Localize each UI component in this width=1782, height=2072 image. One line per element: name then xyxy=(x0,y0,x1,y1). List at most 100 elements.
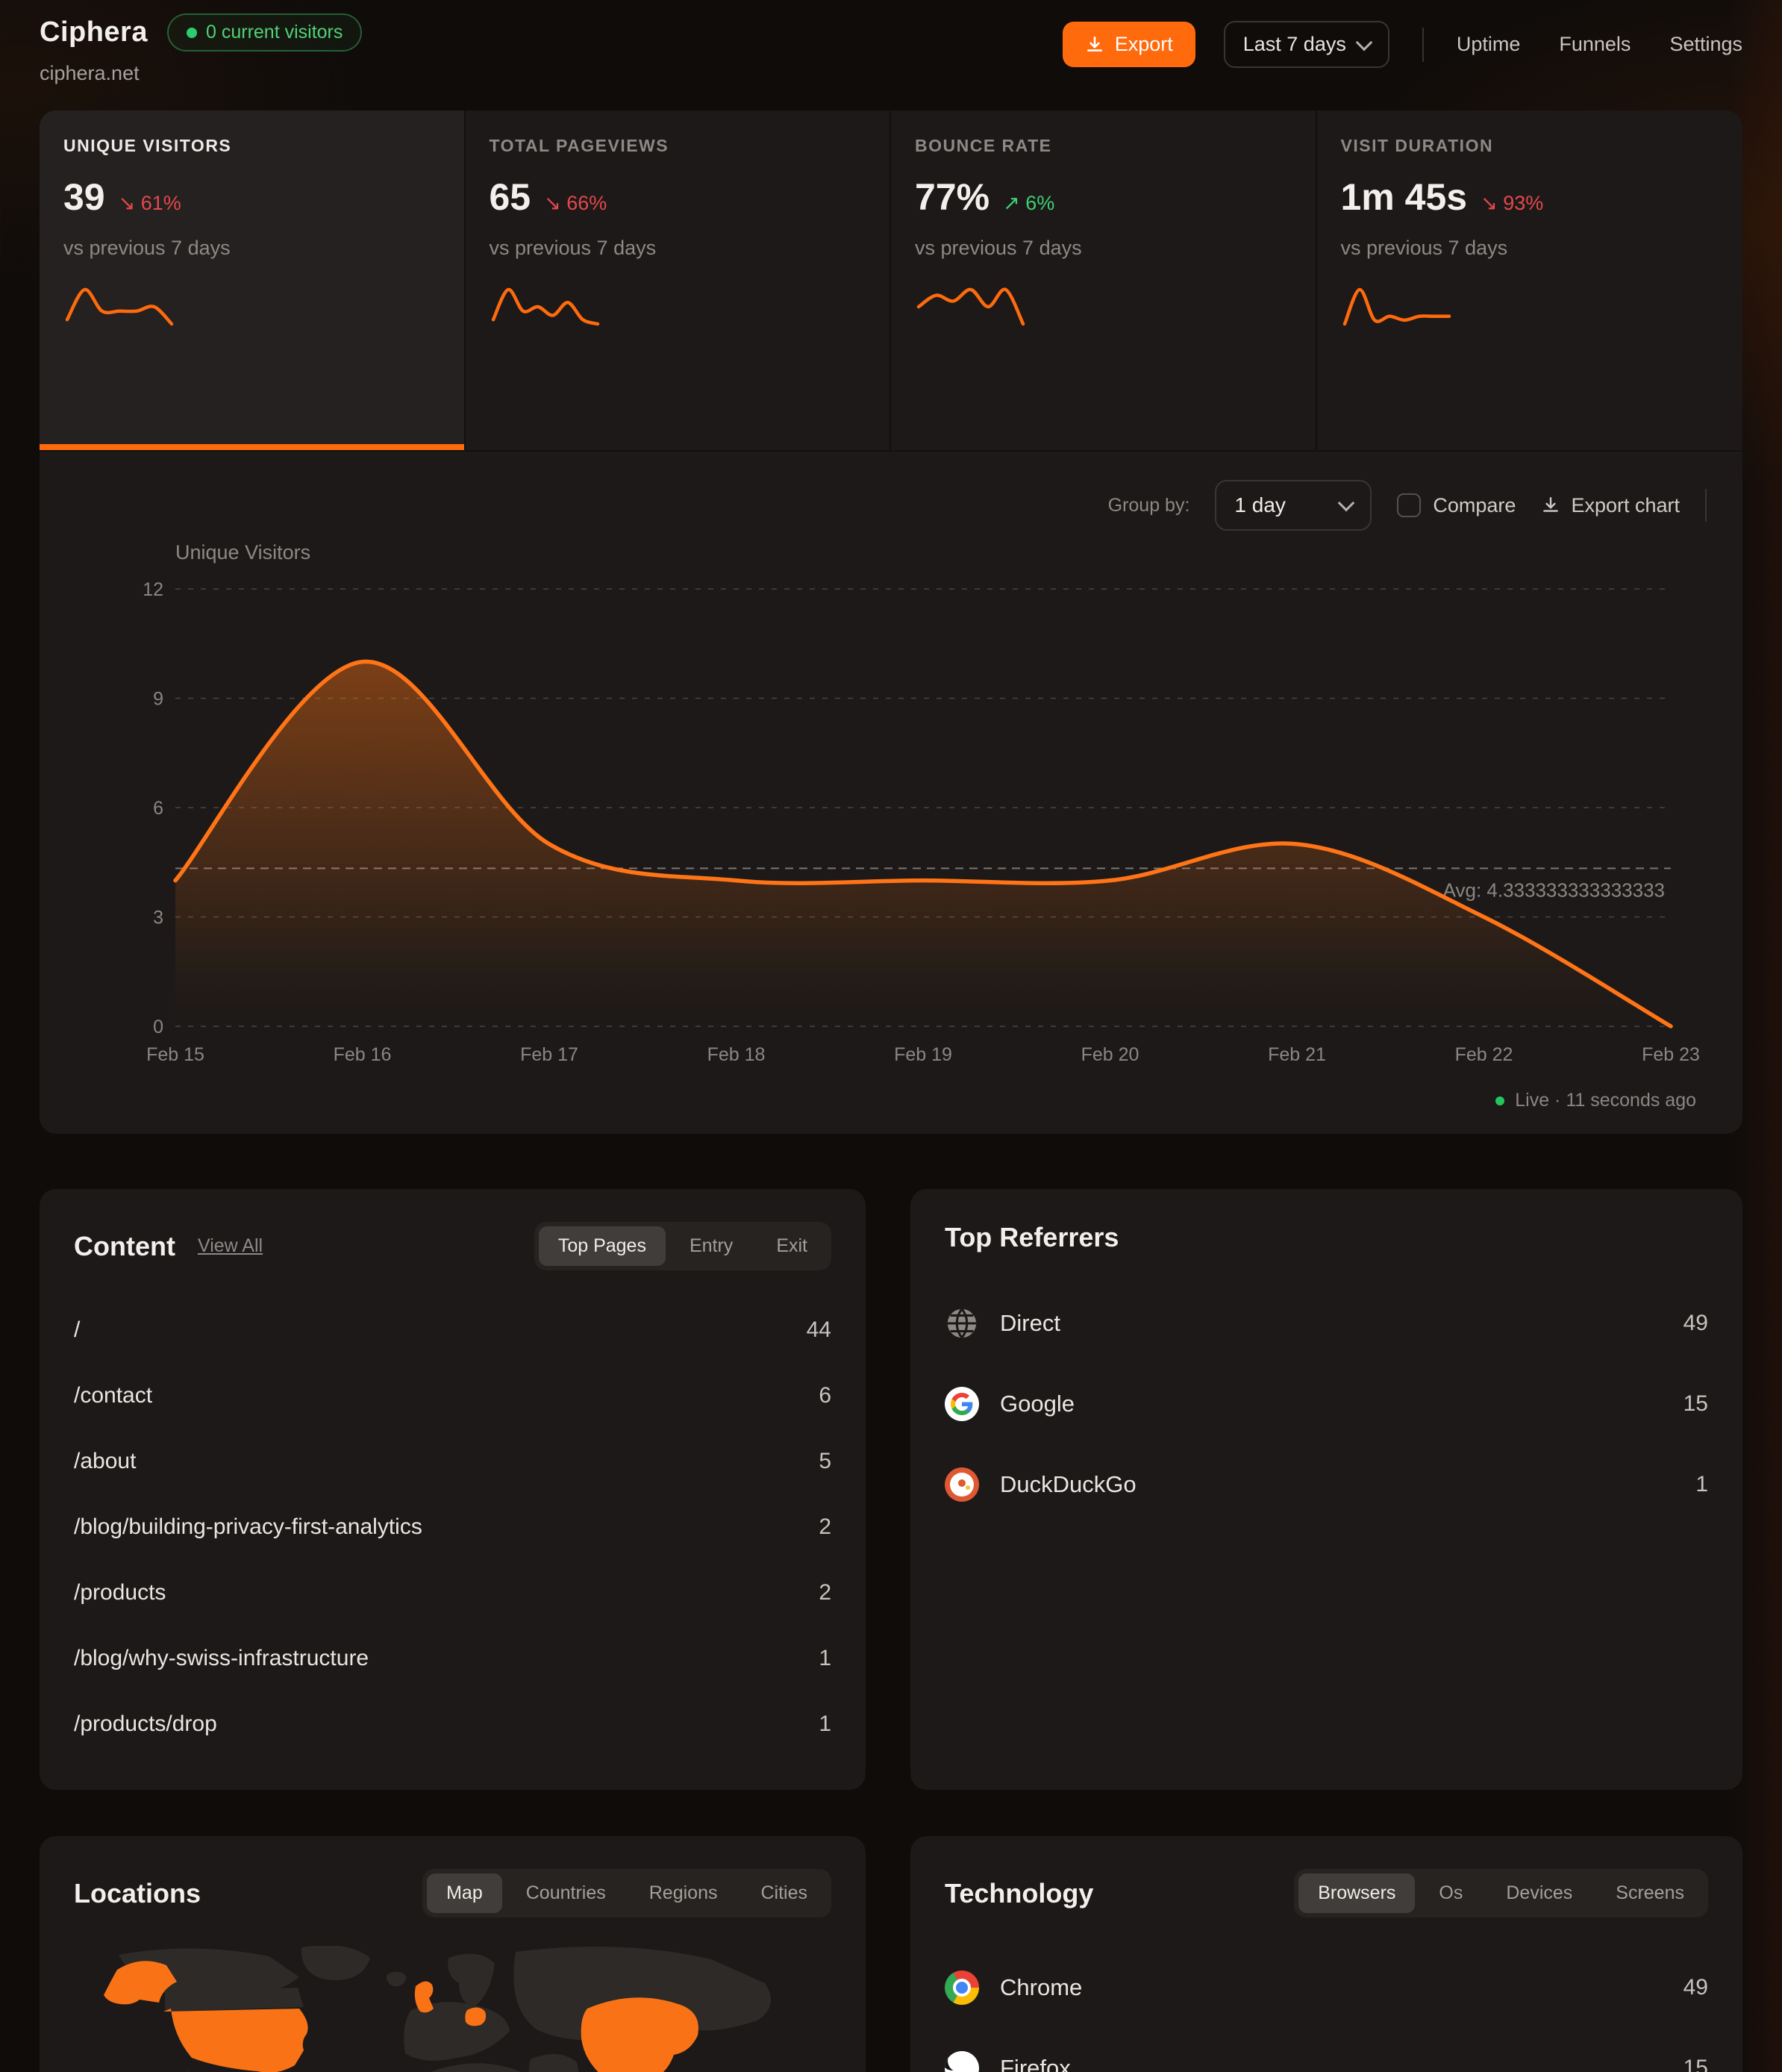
chart-controls: Group by: 1 day Compare Export chart xyxy=(40,452,1742,534)
svg-text:Feb 18: Feb 18 xyxy=(707,1044,766,1065)
nav-item-settings[interactable]: Settings xyxy=(1669,33,1742,56)
compare-checkbox[interactable] xyxy=(1397,493,1421,517)
referrers-title: Top Referrers xyxy=(945,1222,1119,1253)
nav-item-uptime[interactable]: Uptime xyxy=(1457,33,1521,56)
header-left: Ciphera 0 current visitors ciphera.net xyxy=(40,13,362,85)
current-visitors-badge: 0 current visitors xyxy=(167,13,362,52)
svg-text:Feb 22: Feb 22 xyxy=(1455,1044,1513,1065)
technology-tabs: Browsers Os Devices Screens xyxy=(1294,1869,1708,1917)
referrer-row[interactable]: Direct 49 xyxy=(945,1283,1708,1364)
page-row[interactable]: /contact6 xyxy=(74,1363,831,1429)
locations-card: Locations Map Countries Regions Cities xyxy=(40,1836,866,2072)
chevron-down-icon xyxy=(1338,495,1355,512)
technology-title: Technology xyxy=(945,1878,1093,1909)
tab-devices[interactable]: Devices xyxy=(1486,1873,1592,1913)
download-icon xyxy=(1541,496,1560,515)
header-nav: Uptime Funnels Settings xyxy=(1457,33,1742,56)
page-row[interactable]: /products2 xyxy=(74,1560,831,1626)
tab-entry[interactable]: Entry xyxy=(670,1226,752,1266)
tab-map[interactable]: Map xyxy=(427,1873,502,1913)
header: Ciphera 0 current visitors ciphera.net E… xyxy=(40,0,1742,85)
technology-card: Technology Browsers Os Devices Screens C… xyxy=(910,1836,1742,2072)
tab-screens[interactable]: Screens xyxy=(1596,1873,1704,1913)
stats-row: UNIQUE VISITORS 39 ↘ 61% vs previous 7 d… xyxy=(40,110,1742,452)
map-region-united-states xyxy=(163,2009,308,2072)
tab-regions[interactable]: Regions xyxy=(630,1873,737,1913)
chrome-icon xyxy=(945,1970,979,2005)
browsers-list: Chrome 49 Firefox 15 xyxy=(945,1947,1708,2072)
tab-exit[interactable]: Exit xyxy=(757,1226,827,1266)
referrer-row[interactable]: DuckDuckGo 1 xyxy=(945,1444,1708,1525)
tab-countries[interactable]: Countries xyxy=(507,1873,625,1913)
stat-value: 1m 45s xyxy=(1341,175,1468,219)
firefox-icon xyxy=(945,2051,979,2072)
content-tabs: Top Pages Entry Exit xyxy=(534,1222,831,1270)
svg-text:Feb 15: Feb 15 xyxy=(146,1044,204,1065)
content-title: Content xyxy=(74,1231,175,1262)
visitors-area-chart[interactable]: Unique Visitors036912Avg: 4.333333333333… xyxy=(40,534,1742,1086)
svg-text:3: 3 xyxy=(153,908,163,929)
map-region-greenland xyxy=(301,1946,370,1980)
live-dot-icon xyxy=(1495,1096,1504,1105)
content-card: Content View All Top Pages Entry Exit /4… xyxy=(40,1189,866,1790)
stat-delta: ↗ 6% xyxy=(1003,192,1054,215)
map-region-middle-east xyxy=(529,2054,579,2072)
referrers-list: Direct 49 Google 15 xyxy=(945,1283,1708,1525)
page-row[interactable]: /about5 xyxy=(74,1429,831,1494)
page-row[interactable]: /blog/building-privacy-first-analytics2 xyxy=(74,1494,831,1560)
svg-text:Avg: 4.333333333333333: Avg: 4.333333333333333 xyxy=(1443,879,1665,901)
export-button[interactable]: Export xyxy=(1063,22,1195,67)
sparkline-chart xyxy=(915,282,1027,331)
current-visitors-label: 0 current visitors xyxy=(206,22,343,43)
svg-text:0: 0 xyxy=(153,1017,163,1037)
stat-delta: ↘ 61% xyxy=(119,192,181,215)
tab-os[interactable]: Os xyxy=(1419,1873,1482,1913)
map-region-scandinavia xyxy=(448,1954,495,2007)
stat-bounce-rate[interactable]: BOUNCE RATE 77% ↗ 6% vs previous 7 days xyxy=(891,110,1317,450)
svg-text:Feb 19: Feb 19 xyxy=(894,1044,952,1065)
sparkline-chart xyxy=(490,282,601,331)
svg-text:9: 9 xyxy=(153,689,163,710)
stat-visit-duration[interactable]: VISIT DURATION 1m 45s ↘ 93% vs previous … xyxy=(1317,110,1743,450)
map-region-romania xyxy=(465,2007,486,2026)
map-region-africa xyxy=(425,2063,544,2072)
locations-title: Locations xyxy=(74,1878,201,1909)
svg-text:Feb 20: Feb 20 xyxy=(1081,1044,1139,1065)
controls-divider xyxy=(1705,489,1707,522)
svg-text:Feb 16: Feb 16 xyxy=(334,1044,392,1065)
live-dot-icon xyxy=(187,28,197,38)
tab-browsers[interactable]: Browsers xyxy=(1298,1873,1415,1913)
stat-delta: ↘ 93% xyxy=(1481,192,1543,215)
site-domain: ciphera.net xyxy=(40,62,362,85)
svg-text:6: 6 xyxy=(153,798,163,819)
world-map[interactable] xyxy=(74,1946,831,2072)
page-row[interactable]: /44 xyxy=(74,1297,831,1363)
referrer-row[interactable]: Google 15 xyxy=(945,1364,1708,1444)
group-by-dropdown[interactable]: 1 day xyxy=(1215,480,1372,531)
date-range-dropdown[interactable]: Last 7 days xyxy=(1224,21,1389,68)
view-all-link[interactable]: View All xyxy=(198,1235,263,1257)
browser-row[interactable]: Chrome 49 xyxy=(945,1947,1708,2028)
pages-list: /44 /contact6 /about5 /blog/building-pri… xyxy=(74,1297,831,1757)
locations-tabs: Map Countries Regions Cities xyxy=(422,1869,831,1917)
page-row[interactable]: /products/drop1 xyxy=(74,1691,831,1757)
browser-row[interactable]: Firefox 15 xyxy=(945,2028,1708,2072)
map-region-iceland xyxy=(387,1972,407,1986)
live-status: Live · 11 seconds ago xyxy=(40,1090,1742,1134)
page-row[interactable]: /blog/why-swiss-infrastructure1 xyxy=(74,1626,831,1691)
map-region-china xyxy=(581,1997,698,2072)
tab-top-pages[interactable]: Top Pages xyxy=(539,1226,666,1266)
nav-item-funnels[interactable]: Funnels xyxy=(1559,33,1631,56)
sparkline-chart xyxy=(63,282,175,331)
download-icon xyxy=(1085,35,1104,54)
export-chart-button[interactable]: Export chart xyxy=(1541,494,1680,517)
tab-cities[interactable]: Cities xyxy=(741,1873,827,1913)
stat-unique-visitors[interactable]: UNIQUE VISITORS 39 ↘ 61% vs previous 7 d… xyxy=(40,110,466,450)
globe-icon xyxy=(945,1306,979,1341)
stat-delta: ↘ 66% xyxy=(544,192,607,215)
header-right: Export Last 7 days Uptime Funnels Settin… xyxy=(1063,21,1742,68)
duckduckgo-icon xyxy=(945,1467,979,1502)
compare-toggle[interactable]: Compare xyxy=(1397,493,1516,517)
stat-total-pageviews[interactable]: TOTAL PAGEVIEWS 65 ↘ 66% vs previous 7 d… xyxy=(466,110,892,450)
svg-text:Unique Visitors: Unique Visitors xyxy=(175,541,310,564)
